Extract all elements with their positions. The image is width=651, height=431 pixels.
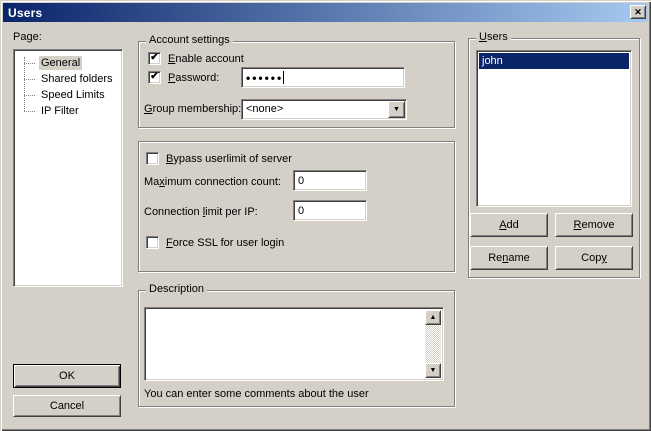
chevron-down-icon: ▼ [393, 106, 400, 113]
page-label: Page: [13, 31, 42, 43]
tree-item-label: General [39, 56, 82, 70]
tree-item-ip-filter[interactable]: IP Filter [16, 103, 120, 119]
ok-button[interactable]: OK [13, 364, 121, 388]
cancel-button-label: Cancel [50, 400, 84, 412]
enable-account-checkbox[interactable]: ✔ [148, 52, 161, 65]
password-input[interactable]: •••••• [241, 67, 405, 88]
bypass-userlimit-checkbox[interactable] [146, 152, 159, 165]
add-button[interactable]: Add [470, 213, 548, 237]
users-list: john [476, 50, 632, 207]
close-button[interactable]: ✕ [630, 5, 646, 19]
description-textarea[interactable]: ▲ ▼ [144, 307, 444, 381]
add-button-label: Add [499, 219, 519, 231]
force-ssl-label: Force SSL for user login [166, 237, 284, 249]
tree-item-label: Shared folders [39, 72, 115, 86]
check-icon: ✔ [150, 72, 158, 82]
connection-limit-per-ip-label: Connection limit per IP: [144, 206, 258, 218]
group-membership-select[interactable]: <none> ▼ [241, 99, 407, 120]
scroll-down-icon: ▼ [430, 367, 437, 374]
description-text [148, 310, 423, 378]
enable-account-label: Enable account [168, 53, 244, 65]
ok-button-label: OK [59, 370, 75, 382]
description-title: Description [146, 283, 207, 296]
password-checkbox[interactable]: ✔ [148, 71, 161, 84]
password-label: Password: [168, 72, 219, 84]
text-caret [283, 71, 284, 84]
users-group-title: Users [476, 31, 511, 44]
description-hint: You can enter some comments about the us… [144, 388, 369, 400]
page-tree-inner: General Shared folders Speed Limits IP F… [16, 52, 120, 284]
tree-item-label: IP Filter [39, 104, 81, 118]
copy-button[interactable]: Copy [555, 246, 633, 270]
window-title: Users [8, 6, 42, 20]
page-tree: General Shared folders Speed Limits IP F… [13, 49, 123, 287]
group-membership-value: <none> [246, 103, 283, 115]
users-dialog: Users ✕ Page: General Shared folders Spe… [0, 0, 651, 431]
tree-item-shared-folders[interactable]: Shared folders [16, 71, 120, 87]
scroll-down-button[interactable]: ▼ [425, 363, 441, 378]
remove-button[interactable]: Remove [555, 213, 633, 237]
cancel-button[interactable]: Cancel [13, 395, 121, 417]
group-membership-label: Group membership: [144, 103, 241, 115]
scroll-up-icon: ▲ [430, 314, 437, 321]
password-dots: •••••• [246, 73, 283, 83]
titlebar[interactable]: Users [3, 3, 648, 22]
max-connection-count-input[interactable] [293, 170, 367, 191]
check-icon: ✔ [150, 53, 158, 63]
user-name: john [482, 55, 503, 67]
description-scrollbar[interactable]: ▲ ▼ [425, 310, 441, 378]
connection-limit-per-ip-input[interactable] [293, 200, 367, 221]
user-list-item-john[interactable]: john [479, 53, 629, 69]
tree-item-general[interactable]: General [16, 55, 120, 71]
account-settings-title: Account settings [146, 34, 233, 47]
rename-button[interactable]: Rename [470, 246, 548, 270]
bypass-userlimit-label: Bypass userlimit of server [166, 153, 292, 165]
tree-item-label: Speed Limits [39, 88, 107, 102]
combo-dropdown-button[interactable]: ▼ [388, 101, 405, 118]
tree-item-speed-limits[interactable]: Speed Limits [16, 87, 120, 103]
force-ssl-checkbox[interactable] [146, 236, 159, 249]
copy-button-label: Copy [581, 252, 607, 264]
users-list-inner: john [479, 53, 629, 204]
close-icon: ✕ [634, 7, 642, 18]
remove-button-label: Remove [574, 219, 615, 231]
rename-button-label: Rename [488, 252, 530, 264]
scroll-up-button[interactable]: ▲ [425, 310, 441, 325]
max-connection-count-label: Maximum connection count: [144, 176, 281, 188]
